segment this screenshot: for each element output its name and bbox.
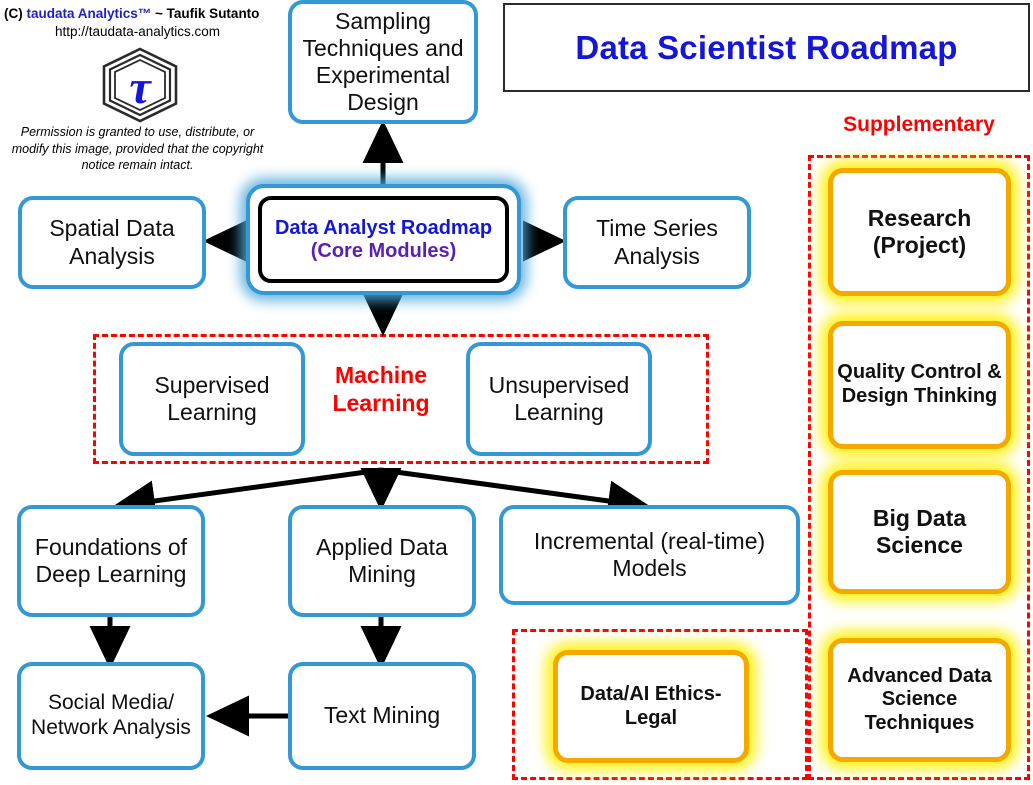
page-title-box: Data Scientist Roadmap (503, 3, 1030, 92)
node-unsupervised-learning[interactable]: Unsupervised Learning (466, 342, 652, 456)
copyright-prefix: (C) (4, 6, 27, 21)
node-applied-data-mining[interactable]: Applied Data Mining (288, 505, 476, 617)
node-time-series-analysis[interactable]: Time Series Analysis (563, 196, 751, 289)
website-url[interactable]: http://taudata-analytics.com (0, 24, 275, 39)
node-label: Data/AI Ethics-Legal (580, 682, 722, 729)
node-core-modules[interactable]: Data Analyst Roadmap (Core Modules) (246, 184, 521, 295)
node-label: Incremental (real-time) Models (533, 527, 766, 581)
permission-notice: Permission is granted to use, distribute… (11, 125, 264, 172)
author-name: ~ Taufik Sutanto (151, 6, 260, 21)
supp-node-big-data-science[interactable]: Big Data Science (828, 470, 1011, 594)
core-title-line1: Data Analyst Roadmap (274, 216, 493, 239)
node-label: Unsupervised Learning (488, 371, 630, 425)
machine-learning-text: Machine Learning (332, 362, 430, 416)
node-incremental-models[interactable]: Incremental (real-time) Models (499, 505, 800, 605)
supplementary-heading: Supplementary (843, 113, 995, 136)
svg-text:τ: τ (129, 61, 152, 114)
roadmap-canvas: (C) taudata Analytics™ ~ Taufik Sutanto … (0, 0, 1033, 785)
node-social-media-network-analysis[interactable]: Social Media/ Network Analysis (17, 662, 205, 770)
node-label: Sampling Techniques and Experimental Des… (302, 7, 464, 116)
node-label: Time Series Analysis (596, 215, 718, 269)
node-label: Applied Data Mining (316, 533, 448, 587)
node-supervised-learning[interactable]: Supervised Learning (119, 342, 305, 456)
node-label: Foundations of Deep Learning (34, 533, 188, 587)
taudata-logo-icon: τ (90, 44, 190, 126)
node-text-mining[interactable]: Text Mining (288, 662, 476, 770)
supp-node-advanced-data-science-techniques[interactable]: Advanced Data Science Techniques (828, 638, 1011, 762)
core-inner-frame: Data Analyst Roadmap (Core Modules) (258, 196, 509, 283)
copyright-line: (C) taudata Analytics™ ~ Taufik Sutanto (4, 6, 259, 21)
page-title: Data Scientist Roadmap (575, 28, 958, 66)
supp-node-quality-control-design-thinking[interactable]: Quality Control & Design Thinking (828, 321, 1011, 449)
machine-learning-label: Machine Learning (316, 362, 446, 417)
node-label: Supervised Learning (154, 371, 270, 425)
node-label: Spatial Data Analysis (49, 215, 175, 269)
node-label: Social Media/ Network Analysis (31, 691, 191, 739)
node-label: Advanced Data Science Techniques (847, 664, 992, 734)
node-label: Text Mining (323, 702, 441, 729)
brand-name: taudata Analytics™ (26, 6, 152, 21)
core-title-line2: (Core Modules) (310, 239, 457, 262)
node-data-ai-ethics-legal[interactable]: Data/AI Ethics-Legal (553, 650, 749, 763)
node-foundations-deep-learning[interactable]: Foundations of Deep Learning (17, 505, 205, 617)
supp-node-research-project[interactable]: Research (Project) (828, 168, 1011, 296)
node-sampling-techniques[interactable]: Sampling Techniques and Experimental Des… (288, 0, 478, 124)
node-label: Quality Control & Design Thinking (837, 361, 1002, 407)
node-label: Research (Project) (867, 204, 972, 258)
node-label: Big Data Science (872, 504, 967, 558)
node-spatial-data-analysis[interactable]: Spatial Data Analysis (18, 196, 206, 289)
